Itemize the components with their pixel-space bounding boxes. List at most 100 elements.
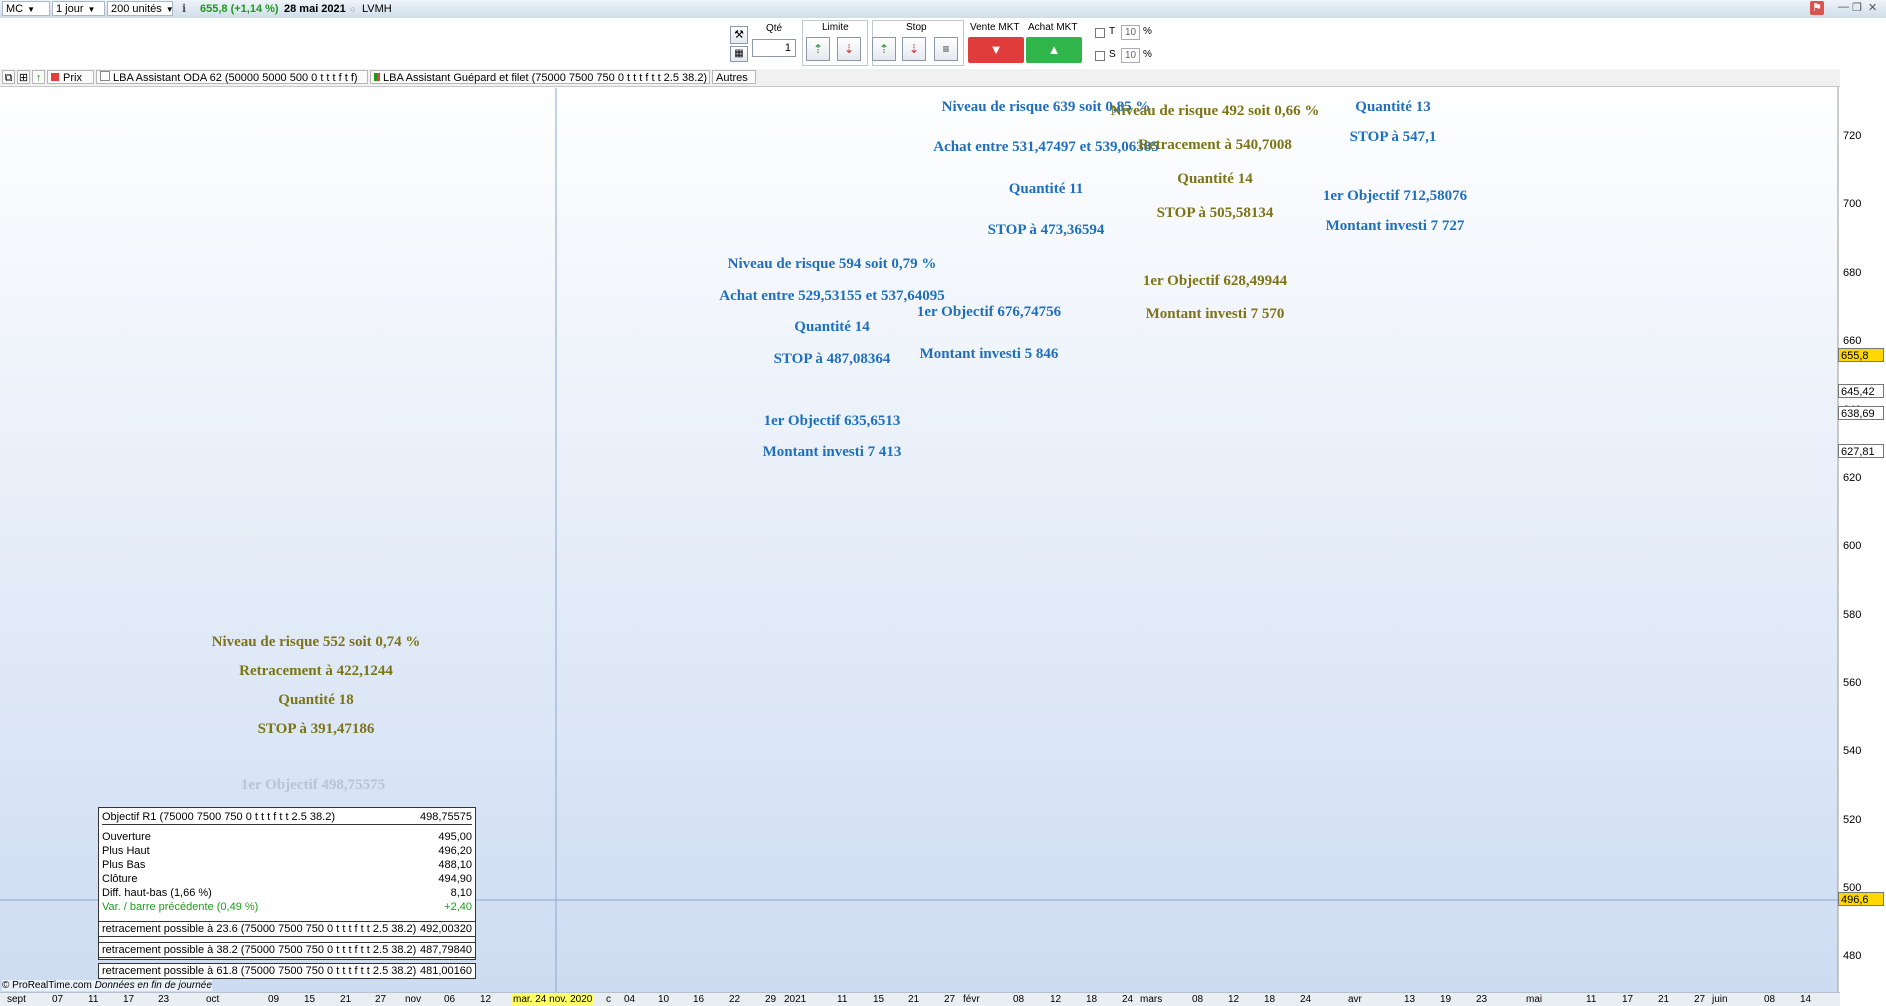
info-icon[interactable]: ℹ bbox=[182, 2, 186, 16]
var-value: +2,40 bbox=[444, 901, 472, 913]
x-tick: 11 bbox=[88, 994, 99, 1005]
objective-row: Objectif R1 (75000 7500 750 0 t t t f t … bbox=[102, 810, 472, 825]
timeframe-select[interactable]: 1 jour ▼ bbox=[52, 1, 105, 16]
quantity-input[interactable]: 1 bbox=[752, 39, 796, 57]
objective-label: Objectif R1 (75000 7500 750 0 t t t f t … bbox=[102, 811, 335, 823]
y-tick: 660 bbox=[1843, 335, 1862, 347]
units-value: 200 unités bbox=[111, 3, 162, 15]
t-checkbox[interactable] bbox=[1095, 28, 1105, 38]
add-indicator-icon[interactable]: ⊞ bbox=[17, 70, 30, 84]
s-checkbox[interactable] bbox=[1095, 51, 1105, 61]
x-tick: mai bbox=[1526, 994, 1543, 1005]
trade-annotation: STOP à 391,47186 bbox=[258, 721, 375, 737]
stop-bracket-icon[interactable]: ≡ bbox=[934, 37, 958, 61]
alert-icon[interactable]: ⚑ bbox=[1810, 1, 1824, 15]
price-tag: 645,42 bbox=[1838, 384, 1884, 398]
status-dot-icon: ○ bbox=[350, 4, 356, 14]
stop-label: Stop bbox=[906, 22, 927, 33]
retracement-row: retracement possible à 61.8 (75000 7500 … bbox=[98, 963, 476, 979]
retracement-row: retracement possible à 23.6 (75000 7500 … bbox=[98, 921, 476, 937]
s-value-input[interactable]: 10 bbox=[1121, 48, 1140, 63]
footer-credit: © ProRealTime.com Données en fin de jour… bbox=[2, 980, 212, 991]
y-tick: 480 bbox=[1843, 950, 1862, 962]
x-tick: 06 bbox=[444, 994, 456, 1005]
x-tick: avr bbox=[1348, 994, 1362, 1005]
x-tick: 19 bbox=[1440, 994, 1452, 1005]
x-tick: 23 bbox=[158, 994, 170, 1005]
trade-annotation: Achat entre 529,53155 et 537,64095 bbox=[719, 288, 945, 304]
timeframe-value: 1 jour bbox=[56, 3, 84, 15]
units-select[interactable]: 200 unités ▼ bbox=[107, 1, 174, 16]
trade-annotation: Montant investi 7 413 bbox=[763, 444, 902, 460]
arrow-down-icon: ▼ bbox=[989, 42, 1003, 57]
price-tag: 627,81 bbox=[1838, 444, 1884, 458]
footer-source: © ProRealTime.com bbox=[2, 980, 92, 991]
limit-buy-icon[interactable]: ⇡ bbox=[806, 37, 830, 61]
buy-market-button[interactable]: ▲ bbox=[1026, 37, 1082, 63]
trade-annotation: Niveau de risque 594 soit 0,79 % bbox=[728, 256, 937, 272]
high-label: Plus Haut bbox=[102, 845, 150, 857]
high-value: 496,20 bbox=[438, 845, 472, 857]
x-tick: 27 bbox=[1694, 994, 1706, 1005]
price-change: 655,8 (+1,14 %) bbox=[200, 3, 279, 15]
footer-note: Données en fin de journée bbox=[94, 980, 212, 991]
x-tick: 16 bbox=[693, 994, 705, 1005]
sell-market-button[interactable]: ▼ bbox=[968, 37, 1024, 63]
stop-sell-icon[interactable]: ⇣ bbox=[902, 37, 926, 61]
x-tick: oct bbox=[206, 994, 220, 1005]
x-tick: 07 bbox=[52, 994, 64, 1005]
low-value: 488,10 bbox=[438, 859, 472, 871]
x-tick: 12 bbox=[1050, 994, 1062, 1005]
s-label: S bbox=[1109, 49, 1116, 60]
range-value: 8,10 bbox=[450, 887, 472, 899]
x-tick: 17 bbox=[123, 994, 135, 1005]
x-tick: 22 bbox=[729, 994, 741, 1005]
trade-annotation: Retracement à 422,1244 bbox=[239, 663, 393, 679]
indicator-guepard[interactable]: LBA Assistant Guépard et filet (75000 75… bbox=[370, 70, 710, 84]
up-arrow-icon[interactable]: ↑ bbox=[32, 70, 45, 84]
detach-icon[interactable]: ⧉ bbox=[2, 70, 15, 84]
top-bar: MC ▼ 1 jour ▼ 200 unités ▼ ℹ 655,8 (+1,14 %… bbox=[0, 0, 1886, 19]
keypad-icon[interactable]: ▦ bbox=[730, 46, 748, 62]
ohlc-row-low: Plus Bas 488,10 bbox=[102, 858, 472, 872]
wrench-icon[interactable]: ⚒ bbox=[730, 26, 748, 44]
x-tick: 14 bbox=[1800, 994, 1812, 1005]
x-tick: 21 bbox=[908, 994, 920, 1005]
trade-annotation: 1er Objectif 635,6513 bbox=[764, 413, 901, 429]
retracement-row: retracement possible à 38.2 (75000 7500 … bbox=[98, 942, 476, 958]
limit-sell-icon[interactable]: ⇣ bbox=[837, 37, 861, 61]
y-tick: 620 bbox=[1843, 472, 1862, 484]
trade-annotation: Quantité 14 bbox=[794, 319, 870, 335]
restore-icon[interactable]: ❐ bbox=[1852, 1, 1862, 14]
chevron-down-icon: ▼ bbox=[87, 5, 96, 14]
trade-annotation: STOP à 487,08364 bbox=[774, 351, 891, 367]
retracement-label: retracement possible à 61.8 (75000 7500 … bbox=[102, 965, 417, 977]
minimize-icon[interactable]: — bbox=[1838, 1, 1849, 13]
x-tick: 27 bbox=[375, 994, 387, 1005]
s-pct-label: % bbox=[1143, 49, 1152, 60]
close-icon[interactable]: ✕ bbox=[1868, 1, 1877, 14]
x-tick: 11 bbox=[837, 994, 848, 1005]
trade-annotation: Montant investi 5 846 bbox=[920, 346, 1059, 362]
symbol-select[interactable]: MC ▼ bbox=[2, 1, 50, 16]
range-label: Diff. haut-bas (1,66 %) bbox=[102, 887, 212, 899]
stop-buy-icon[interactable]: ⇡ bbox=[872, 37, 896, 61]
limit-label: Limite bbox=[822, 22, 849, 33]
x-axis-bar: sept 07 11 17 23 oct 09 15 21 27 nov 06 … bbox=[0, 992, 1840, 1006]
trade-annotation: Achat entre 531,47497 et 539,06385 bbox=[933, 139, 1159, 155]
trade-annotation: 1er Objectif 676,74756 bbox=[917, 304, 1062, 320]
x-tick: nov bbox=[405, 994, 422, 1005]
instrument-name: LVMH bbox=[362, 3, 392, 15]
var-label: Var. / barre précédente (0,49 %) bbox=[102, 901, 259, 913]
indicator-price[interactable]: Prix bbox=[47, 70, 94, 84]
ohlc-row-high: Plus Haut 496,20 bbox=[102, 844, 472, 858]
trade-annotation: 1er Objectif 712,58076 bbox=[1323, 188, 1468, 204]
x-tick: 12 bbox=[1228, 994, 1240, 1005]
x-tick: 24 bbox=[1300, 994, 1312, 1005]
t-value-input[interactable]: 10 bbox=[1121, 25, 1140, 40]
indicator-oda[interactable]: LBA Assistant ODA 62 (50000 5000 500 0 t… bbox=[96, 70, 368, 84]
x-tick: 18 bbox=[1086, 994, 1098, 1005]
trade-annotation: 1er Objectif 628,49944 bbox=[1143, 273, 1288, 289]
price-tag: 496,6 bbox=[1838, 892, 1884, 906]
indicator-others-button[interactable]: Autres bbox=[712, 70, 756, 84]
